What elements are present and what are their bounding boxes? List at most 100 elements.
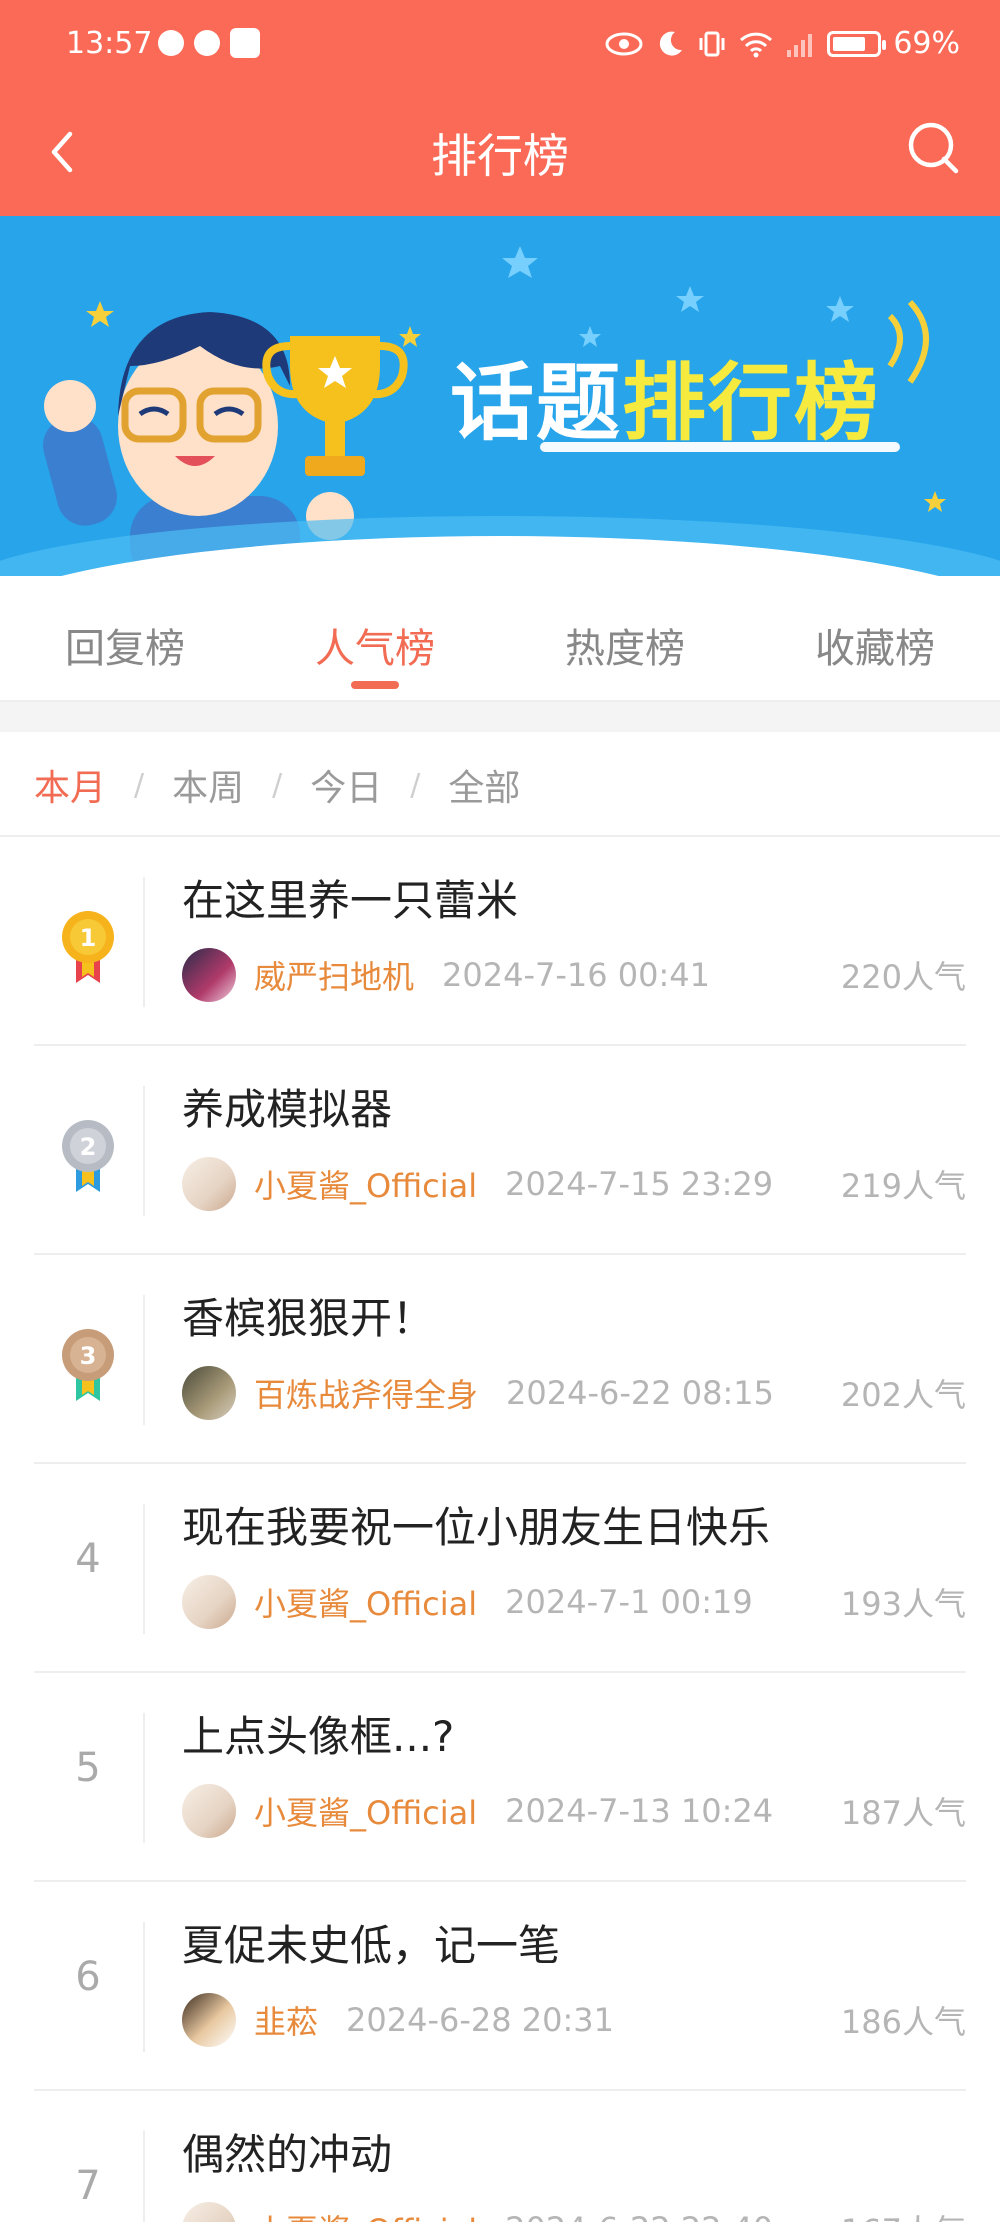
search-icon[interactable]	[904, 118, 964, 178]
system-icons: 69%	[605, 26, 960, 61]
section-divider	[0, 702, 1000, 732]
notification-icons	[158, 28, 260, 58]
period-this-week[interactable]: 本周	[172, 759, 244, 811]
avatar[interactable]	[182, 1784, 236, 1838]
silver-medal-icon: 2	[58, 1116, 118, 1196]
avatar[interactable]	[182, 1366, 236, 1420]
svg-text:1: 1	[80, 924, 97, 952]
eye-icon	[605, 32, 643, 55]
topic-meta: 小夏酱_Official 2024-7-1 00:19 193人气	[182, 1574, 966, 1630]
rank-divider	[143, 1504, 145, 1634]
tab-label: 热度榜	[565, 626, 685, 672]
rank-divider	[143, 1713, 145, 1843]
topic-title[interactable]: 偶然的冲动	[182, 2121, 392, 2182]
tab-popularity-ranking[interactable]: 人气榜	[250, 576, 500, 700]
banner-title-white: 话题	[450, 354, 623, 452]
author-name[interactable]: 威严扫地机	[254, 952, 414, 998]
topic-meta: 小夏酱_Official 2024-6-22 22:40 167人气	[182, 2201, 966, 2222]
period-filter: 本月 / 本周 / 今日 / 全部	[34, 755, 520, 815]
rank-number: 5	[75, 1745, 101, 1791]
list-item[interactable]: 2 养成模拟器 小夏酱_Official 2024-7-15 23:29 219…	[0, 1046, 1000, 1255]
period-separator: /	[272, 767, 283, 803]
svg-text:3: 3	[80, 1342, 97, 1370]
navigation-bar: 排行榜	[0, 92, 1000, 216]
popularity-count: 202人气	[840, 1376, 966, 1414]
period-separator: /	[410, 767, 421, 803]
banner-title: 话题排行榜	[450, 336, 880, 457]
list-item[interactable]: 6 夏促未史低，记一笔 韭菘 2024-6-28 20:31 186人气	[0, 1882, 1000, 2091]
author-name[interactable]: 小夏酱_Official	[254, 1579, 477, 1625]
signal-icon	[787, 33, 813, 57]
tieba-icon	[230, 28, 260, 58]
topic-title[interactable]: 现在我要祝一位小朋友生日快乐	[182, 1494, 770, 1555]
avatar[interactable]	[182, 1575, 236, 1629]
topic-meta: 小夏酱_Official 2024-7-13 10:24 187人气	[182, 1783, 966, 1839]
avatar[interactable]	[182, 1157, 236, 1211]
period-this-month[interactable]: 本月	[34, 759, 106, 811]
topic-meta: 百炼战斧得全身 2024-6-22 08:15 202人气	[182, 1365, 966, 1421]
tab-reply-ranking[interactable]: 回复榜	[0, 576, 250, 700]
moon-icon	[660, 31, 683, 56]
popularity-count: 167人气	[841, 2206, 966, 2222]
header-bar: 13:57 69% 排行榜	[0, 0, 1000, 216]
author-name[interactable]: 韭菘	[254, 1997, 318, 2043]
tab-heat-ranking[interactable]: 热度榜	[500, 576, 750, 700]
period-separator: /	[134, 767, 145, 803]
author-name[interactable]: 小夏酱_Official	[254, 2206, 477, 2222]
post-date: 2024-7-15 23:29	[505, 1165, 774, 1203]
author-name[interactable]: 小夏酱_Official	[254, 1788, 477, 1834]
battery-icon	[827, 30, 887, 57]
author-name[interactable]: 百炼战斧得全身	[254, 1370, 478, 1416]
ranking-tabs: 回复榜 人气榜 热度榜 收藏榜	[0, 576, 1000, 702]
list-item[interactable]: 3 香槟狠狠开！ 百炼战斧得全身 2024-6-22 08:15 202人气	[0, 1255, 1000, 1464]
ranking-list: 1 在这里养一只蕾米 威严扫地机 2024-7-16 00:41 220人气 2…	[0, 837, 1000, 2222]
avatar[interactable]	[182, 948, 236, 1002]
post-date: 2024-6-28 20:31	[346, 2001, 615, 2039]
gold-medal-icon: 1	[58, 907, 118, 987]
topic-title[interactable]: 香槟狠狠开！	[182, 1285, 434, 1346]
popularity-count: 220人气	[840, 958, 966, 996]
author-name[interactable]: 小夏酱_Official	[254, 1161, 477, 1207]
page-title: 排行榜	[431, 129, 569, 183]
rank-divider	[143, 1295, 145, 1425]
rank-divider	[143, 877, 145, 1007]
status-bar: 13:57 69%	[0, 0, 1000, 92]
banner-underline	[540, 442, 900, 452]
topic-title[interactable]: 夏促未史低，记一笔	[182, 1912, 560, 1973]
rank-divider	[143, 1086, 145, 1216]
popularity-count: 187人气	[840, 1794, 966, 1832]
avatar[interactable]	[182, 2202, 236, 2222]
active-tab-indicator	[351, 681, 399, 689]
list-item[interactable]: 1 在这里养一只蕾米 威严扫地机 2024-7-16 00:41 220人气	[0, 837, 1000, 1046]
topic-meta: 威严扫地机 2024-7-16 00:41 220人气	[182, 947, 966, 1003]
period-today[interactable]: 今日	[310, 759, 382, 811]
rank-divider	[143, 1922, 145, 2052]
topic-ranking-banner: 话题排行榜	[0, 216, 1000, 576]
svg-text:2: 2	[80, 1133, 97, 1161]
tab-label: 收藏榜	[815, 626, 935, 672]
banner-title-yellow: 排行榜	[622, 354, 881, 452]
post-date: 2024-6-22 08:15	[506, 1374, 775, 1412]
popularity-count: 219人气	[840, 1167, 966, 1205]
period-all[interactable]: 全部	[448, 759, 520, 811]
heart-app-icon	[158, 30, 184, 56]
post-date: 2024-7-13 10:24	[505, 1792, 774, 1830]
list-item[interactable]: 5 上点头像框...? 小夏酱_Official 2024-7-13 10:24…	[0, 1673, 1000, 1882]
qq-icon	[194, 30, 220, 56]
status-time: 13:57	[66, 26, 153, 61]
popularity-count: 193人气	[840, 1585, 966, 1623]
topic-title[interactable]: 上点头像框...?	[182, 1703, 454, 1764]
list-item[interactable]: 4 现在我要祝一位小朋友生日快乐 小夏酱_Official 2024-7-1 0…	[0, 1464, 1000, 1673]
list-item[interactable]: 7 偶然的冲动 小夏酱_Official 2024-6-22 22:40 167…	[0, 2091, 1000, 2222]
tab-label: 回复榜	[65, 626, 185, 672]
avatar[interactable]	[182, 1993, 236, 2047]
wifi-icon	[740, 32, 773, 57]
tab-favorite-ranking[interactable]: 收藏榜	[750, 576, 1000, 700]
rank-number: 6	[75, 1954, 101, 2000]
topic-title[interactable]: 在这里养一只蕾米	[182, 867, 518, 928]
rank-number: 7	[75, 2163, 101, 2209]
vibrate-icon	[699, 31, 725, 56]
bronze-medal-icon: 3	[58, 1325, 118, 1405]
post-date: 2024-7-16 00:41	[442, 956, 711, 994]
topic-title[interactable]: 养成模拟器	[182, 1076, 392, 1137]
